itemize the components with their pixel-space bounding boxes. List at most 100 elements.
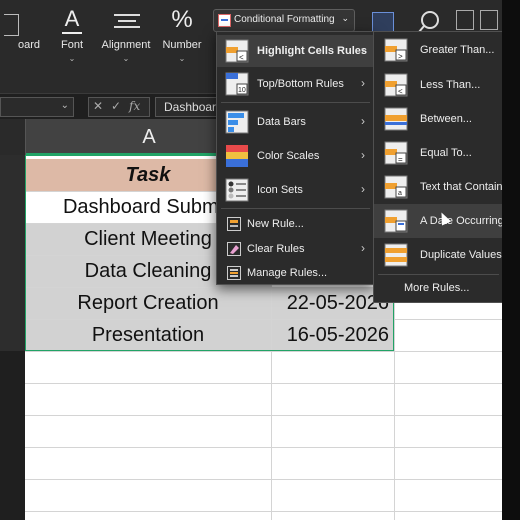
align-lines-icon [114, 14, 140, 28]
menu-item-manage-rules[interactable]: Manage Rules... [217, 261, 374, 285]
date-occurring-icon [384, 209, 408, 233]
menu-item-label: New Rule... [247, 218, 304, 230]
submenu-label: Equal To... [420, 147, 472, 159]
chevron-right-icon: › [361, 148, 365, 162]
menu-item-label: Top/Bottom Rules [257, 78, 344, 90]
svg-text:10: 10 [238, 87, 246, 94]
chevron-right-icon: › [361, 76, 365, 90]
text-contains-icon: a [384, 175, 408, 199]
submenu-label: Duplicate Values... [420, 249, 502, 261]
gridline [25, 319, 502, 320]
chevron-right-icon: › [361, 182, 365, 196]
between-icon [384, 107, 408, 131]
menu-separator [378, 274, 499, 275]
conditional-formatting-button[interactable]: Conditional Formatting ⌄ [213, 9, 355, 32]
submenu-label: More Rules... [404, 282, 470, 294]
greater-than-icon: > [384, 38, 408, 62]
gridline [25, 479, 502, 480]
font-underline-icon [62, 32, 82, 34]
cell-b6[interactable]: 16-05-2026 [271, 319, 394, 351]
menu-item-label: Color Scales [257, 150, 320, 162]
screen-edge [502, 0, 520, 520]
chevron-right-icon: › [361, 114, 365, 128]
font-label: Font [60, 39, 83, 51]
chevron-right-icon: › [361, 241, 365, 255]
number-label: Number [162, 39, 202, 51]
menu-item-color-scales[interactable]: Color Scales › [217, 140, 374, 172]
submenu-item-date-occurring[interactable]: A Date Occurring [374, 204, 502, 238]
name-box[interactable]: ⌄ [0, 97, 74, 117]
menu-item-label: Icon Sets [257, 184, 303, 196]
row-headers [0, 155, 25, 520]
manage-rules-icon [227, 266, 241, 280]
menu-item-label: Clear Rules [247, 243, 305, 255]
gridline [25, 383, 502, 384]
chevron-down-icon: ⌄ [341, 13, 349, 23]
submenu-label: Greater Than... [420, 44, 495, 56]
svg-text:>: > [398, 52, 403, 61]
alignment-label: Alignment [101, 39, 151, 51]
chevron-down-icon: ⌄ [122, 54, 130, 63]
submenu-label: Between... [420, 113, 472, 125]
submenu-item-greater-than[interactable]: > Greater Than... [374, 33, 502, 67]
highlight-cells-icon: < [225, 39, 249, 63]
sensitivity-icon[interactable] [456, 10, 474, 30]
submenu-label: A Date Occurring [420, 215, 502, 227]
confirm-icon[interactable]: ✓ [111, 99, 121, 113]
submenu-item-more-rules[interactable]: More Rules... [374, 278, 502, 300]
menu-item-icon-sets[interactable]: Icon Sets › [217, 174, 374, 206]
chevron-down-icon: ⌄ [178, 54, 186, 63]
font-icon: A [64, 6, 80, 31]
top-bottom-icon: 10 [225, 72, 249, 96]
fx-icon[interactable]: fx [129, 99, 140, 113]
data-bars-icon [225, 110, 249, 134]
menu-item-label: Data Bars [257, 116, 306, 128]
highlight-cells-submenu: > Greater Than... < Less Than... Between… [373, 31, 502, 303]
format-as-table-icon[interactable] [372, 12, 394, 32]
addins-icon[interactable] [480, 10, 498, 30]
menu-item-clear-rules[interactable]: Clear Rules › [217, 237, 374, 261]
less-than-icon: < [384, 73, 408, 97]
gridline [25, 447, 502, 448]
gridline [25, 415, 502, 416]
clipboard-icon [4, 14, 19, 36]
conditional-formatting-icon [218, 14, 231, 27]
submenu-item-equal-to[interactable]: = Equal To... [374, 136, 502, 170]
conditional-formatting-label: Conditional Formatting [234, 14, 335, 25]
new-rule-icon [227, 217, 241, 231]
menu-separator [221, 102, 370, 103]
submenu-item-duplicate-values[interactable]: Duplicate Values... [374, 238, 502, 272]
menu-item-highlight-cells-rules[interactable]: < Highlight Cells Rules › [217, 35, 374, 67]
submenu-item-less-than[interactable]: < Less Than... [374, 68, 502, 102]
menu-item-top-bottom-rules[interactable]: 10 Top/Bottom Rules › [217, 68, 374, 100]
submenu-item-between[interactable]: Between... [374, 102, 502, 136]
cell-a5[interactable]: Report Creation [25, 287, 271, 319]
svg-text:<: < [398, 87, 403, 96]
gridline [25, 351, 502, 352]
formula-text: Dashboar [164, 100, 217, 114]
equal-to-icon: = [384, 141, 408, 165]
menu-item-label: Highlight Cells Rules [257, 45, 368, 57]
cancel-icon[interactable]: ✕ [93, 99, 103, 113]
clear-rules-icon [227, 242, 241, 256]
svg-text:=: = [398, 155, 403, 164]
svg-text:<: < [239, 53, 244, 62]
conditional-formatting-menu: < Highlight Cells Rules › 10 Top/Bottom … [216, 31, 375, 285]
chevron-down-icon: ⌄ [68, 54, 76, 63]
menu-item-label: Manage Rules... [247, 267, 328, 279]
svg-text:a: a [398, 190, 402, 197]
menu-separator [221, 208, 370, 209]
icon-sets-icon [225, 178, 249, 202]
submenu-item-text-contains[interactable]: a Text that Contain [374, 170, 502, 204]
chevron-right-icon: › [361, 43, 365, 57]
color-scales-icon [226, 145, 248, 167]
cell-a6[interactable]: Presentation [25, 319, 271, 351]
submenu-label: Less Than... [420, 79, 481, 91]
menu-item-new-rule[interactable]: New Rule... [217, 212, 374, 236]
duplicate-values-icon [384, 243, 408, 267]
selected-row-headers[interactable] [0, 155, 25, 351]
formula-controls: ✕ ✓ fx [88, 97, 150, 117]
chevron-down-icon: ⌄ [60, 100, 69, 111]
menu-item-data-bars[interactable]: Data Bars › [217, 106, 374, 138]
percent-icon: % [171, 6, 193, 33]
